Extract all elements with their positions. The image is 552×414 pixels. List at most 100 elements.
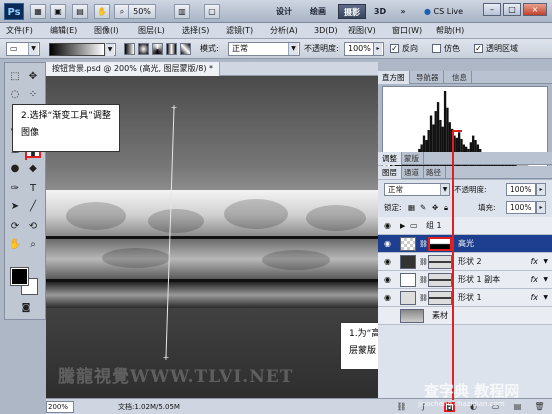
fill-input[interactable]: 100% [506,201,536,214]
workspace-design[interactable]: 设计 [270,4,298,19]
chain-link-icon[interactable]: ⛓ [419,275,428,285]
hand-tool-icon[interactable]: ✋ [7,237,23,252]
menu-filter[interactable]: 滤镜(T) [226,25,253,37]
menu-edit[interactable]: 编辑(E) [50,25,77,37]
layer-row-shape1-copy[interactable]: ◉ ⛓ 形状 1 副本 fx ▼ [378,271,552,289]
chain-link-icon[interactable]: ⛓ [419,257,428,267]
menu-select[interactable]: 选择(S) [182,25,209,37]
layer-row-shape1[interactable]: ◉ ⛓ 形状 1 fx ▼ [378,289,552,307]
reflected-gradient-button[interactable] [166,43,177,55]
menu-analysis[interactable]: 分析(A) [270,25,298,37]
cs-live-button[interactable]: ● CS Live [424,4,476,19]
eye-icon[interactable]: ◉ [382,221,393,231]
layer-opacity-slider[interactable]: ▸ [536,183,546,196]
reverse-checkbox[interactable]: ✓ [390,44,399,53]
menu-view[interactable]: 视图(V) [348,25,376,37]
lock-all-icon[interactable]: 🔒︎ [444,203,448,213]
burn-tool-icon[interactable]: ◆ [25,161,41,176]
tab-layers[interactable]: 图层 [378,166,402,179]
line-tool-icon[interactable]: ╱ [25,199,41,214]
bridge-icon[interactable]: ▦ [30,4,46,19]
radial-gradient-button[interactable] [138,43,149,55]
tab-paths[interactable]: 路径 [422,166,446,179]
pen-tool-icon[interactable]: ✑ [7,181,23,196]
gradient-picker[interactable] [49,43,105,56]
zoom-level-select[interactable]: 50% [128,4,156,19]
workspace-3d[interactable]: 3D [370,4,390,19]
minimize-button[interactable]: – [483,3,501,16]
menu-layer[interactable]: 图层(L) [138,25,165,37]
layer-blend-mode-select[interactable]: 正常 ▼ [384,183,450,196]
tab-masks[interactable]: 蒙版 [400,152,424,165]
layer-opacity-input[interactable]: 100% [506,183,536,196]
chevron-down-icon[interactable]: ▼ [543,293,548,303]
layer-row-shape2[interactable]: ◉ ⛓ 形状 2 fx ▼ [378,253,552,271]
lock-image-icon[interactable]: ✎ [420,203,426,213]
zoom-tool-icon[interactable]: ⌕ [25,237,41,252]
blend-mode-select[interactable]: 正常 ▼ [228,42,300,56]
quick-mask-icon[interactable]: ◙ [18,301,34,316]
chain-link-icon[interactable]: ⛓ [419,293,428,303]
transparency-checkbox[interactable]: ✓ [474,44,483,53]
diamond-gradient-button[interactable] [180,43,191,55]
menu-window[interactable]: 窗口(W) [392,25,422,37]
chevron-down-icon[interactable]: ▼ [543,275,548,285]
layer-row-highlight[interactable]: ◉ ⛓ 高光 [378,235,552,253]
expand-arrow-icon[interactable]: ▶ [400,221,406,231]
arrange-docs-icon[interactable]: ▥ [174,4,190,19]
screen-mode-icon[interactable]: ▢ [204,4,220,19]
layer-effects-icon[interactable]: fx [530,256,538,268]
move-tool-icon[interactable]: ✥ [25,69,41,84]
new-layer-icon[interactable]: ▤ [512,402,523,412]
opacity-slider-toggle[interactable]: ▸ [374,42,384,56]
foreground-color-swatch[interactable] [10,267,29,286]
eye-icon[interactable]: ◉ [382,293,393,303]
eye-icon[interactable]: ◉ [382,257,393,267]
eye-icon[interactable]: ◉ [382,239,393,249]
tab-histogram[interactable]: 直方图 [378,71,410,84]
workspace-painting[interactable]: 绘画 [304,4,332,19]
eye-icon[interactable]: ◉ [382,275,393,285]
lasso-tool-icon[interactable]: ◌ [7,87,23,102]
menu-3d[interactable]: 3D(D) [314,25,338,37]
trash-icon[interactable]: 🗑︎ [534,402,545,412]
3d-rotate-tool-icon[interactable]: ⟳ [7,219,23,234]
tab-channels[interactable]: 通道 [400,166,424,179]
type-tool-icon[interactable]: T [25,181,41,196]
3d-orbit-tool-icon[interactable]: ⟲ [25,219,41,234]
tab-info[interactable]: 信息 [448,71,472,84]
menu-image[interactable]: 图像(I) [94,25,119,37]
document-tab[interactable]: 按钮背景.psd @ 200% (高光, 图层蒙版/8) * [46,62,221,76]
layer-effects-icon[interactable]: fx [530,292,538,304]
layer-effects-icon[interactable]: fx [530,274,538,286]
opacity-input[interactable]: 100% [344,42,374,56]
status-zoom-field[interactable]: 200% [46,401,74,413]
fill-slider[interactable]: ▸ [536,201,546,214]
hand-tool-icon[interactable]: ✋ [94,4,110,19]
layer-row-material[interactable]: 素材 [378,307,552,325]
tab-adjustments[interactable]: 调整 [378,152,402,165]
path-select-tool-icon[interactable]: ➤ [7,199,23,214]
link-layers-icon[interactable]: ⛓ [396,402,407,412]
dodge-tool-icon[interactable]: ● [7,161,23,176]
close-button[interactable]: × [523,3,547,16]
quick-select-tool-icon[interactable]: ⁘ [25,87,41,102]
layer-mask-thumbnail[interactable] [428,237,452,251]
chevron-down-icon[interactable]: ▼ [543,257,548,267]
linear-gradient-button[interactable] [124,43,135,55]
lock-transparency-icon[interactable]: ▦ [408,203,415,213]
mini-bridge-icon[interactable]: ▣ [50,4,66,19]
menu-file[interactable]: 文件(F) [6,25,33,37]
maximize-button[interactable]: □ [503,3,521,16]
tool-preset-picker[interactable]: ▭ ▼ [6,42,40,56]
angle-gradient-button[interactable] [152,43,163,55]
marquee-tool-icon[interactable]: ⬚ [7,69,23,84]
tab-navigator[interactable]: 导航器 [412,71,444,84]
dither-checkbox[interactable] [432,44,441,53]
chain-link-icon[interactable]: ⛓ [419,239,428,249]
eye-icon[interactable] [382,311,393,321]
gradient-picker-dropdown[interactable]: ▼ [106,43,116,56]
lock-position-icon[interactable]: ✥ [432,203,438,213]
workspace-more[interactable]: » [396,4,410,19]
workspace-photography[interactable]: 摄影 [338,4,366,19]
